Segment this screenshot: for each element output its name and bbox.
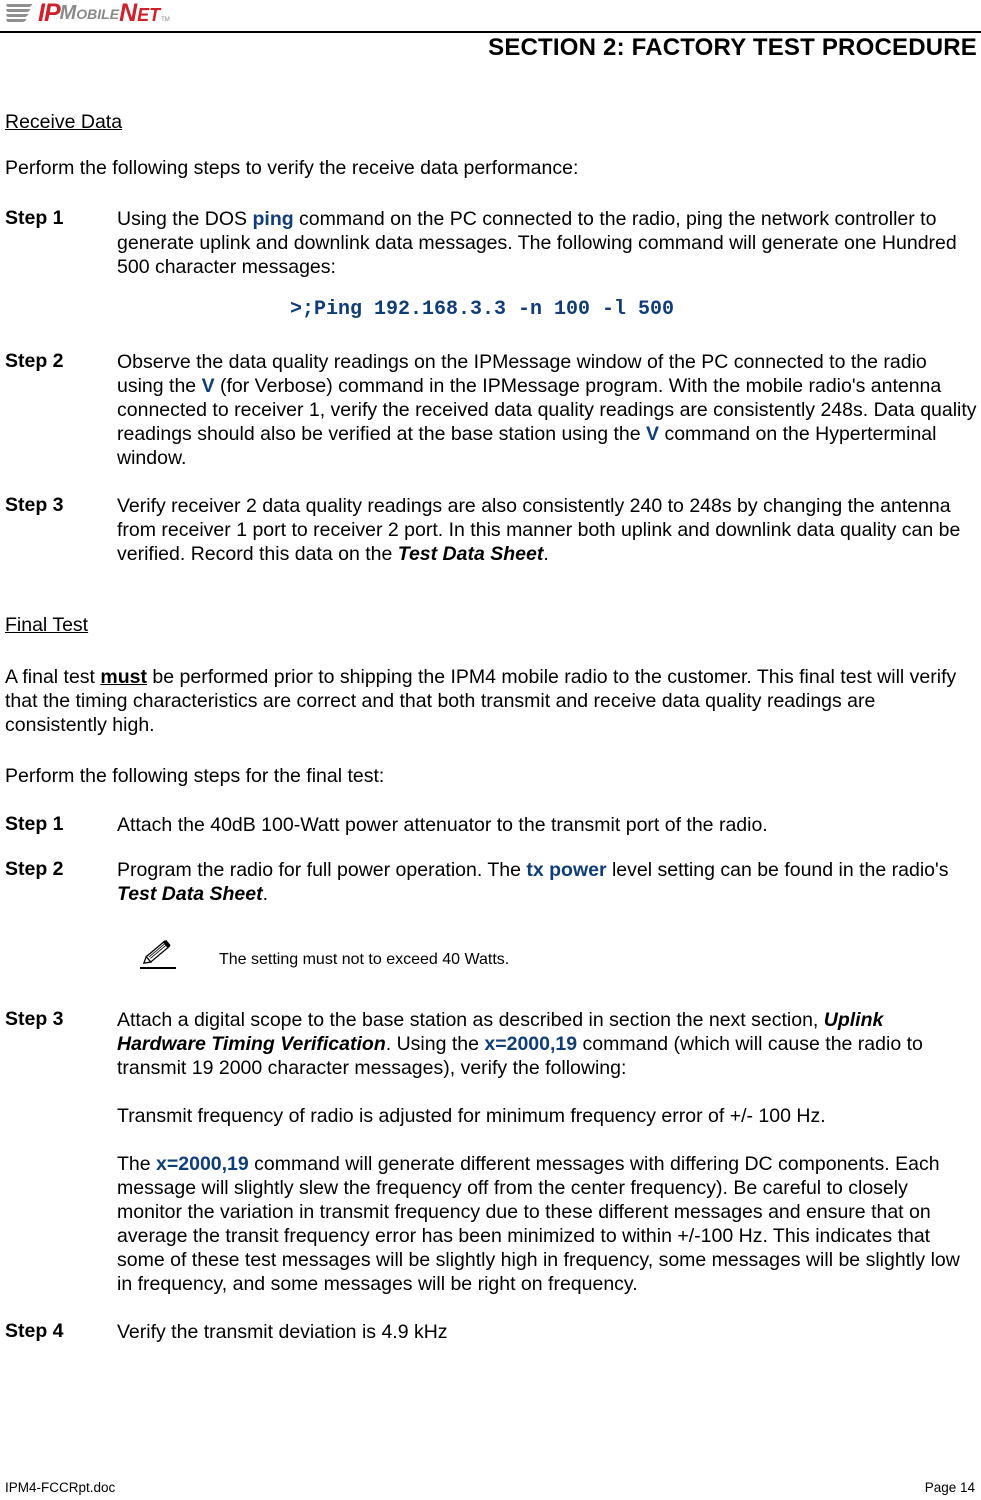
final-test-intro-2: Perform the following steps for the fina… (5, 765, 385, 787)
text: level setting can be found in the radio'… (606, 859, 949, 881)
final-step-4-label: Step 4 (5, 1320, 64, 1342)
final-step-3-text: Attach a digital scope to the base stati… (117, 1008, 977, 1080)
text: Using the DOS (117, 208, 253, 230)
final-step-4-text: Verify the transmit deviation is 4.9 kHz (117, 1321, 448, 1343)
text: Program the radio for full power operati… (117, 859, 527, 881)
final-step-1-text: Attach the 40dB 100-Watt power attenuato… (117, 814, 768, 836)
header-rule (0, 31, 981, 33)
final-test-heading: Final Test (5, 614, 89, 636)
final-step-3-label: Step 3 (5, 1008, 64, 1030)
keyword-x-command: x=2000,19 (156, 1153, 249, 1175)
text: The (117, 1153, 157, 1175)
pencil-note-icon (138, 934, 178, 970)
logo-mark-icon (5, 2, 36, 24)
final-step-1-label: Step 1 (5, 813, 64, 835)
text: . Using the (385, 1033, 485, 1055)
note-text: The setting must not to exceed 40 Watts. (219, 951, 510, 968)
ping-command: >;Ping 192.168.3.3 -n 100 -l 500 (290, 298, 675, 321)
section-title: SECTION 2: FACTORY TEST PROCEDURE (488, 34, 977, 61)
final-step-2-text: Program the radio for full power operati… (117, 858, 977, 906)
keyword-ping: ping (252, 208, 294, 230)
keyword-x-command: x=2000,19 (484, 1033, 578, 1055)
test-data-sheet-ref: Test Data Sheet (117, 883, 263, 905)
test-data-sheet-ref: Test Data Sheet (397, 543, 544, 565)
keyword-v: V (646, 423, 660, 445)
logo-trademark: TM (161, 17, 170, 23)
footer-page-number: Page 14 (924, 1480, 975, 1495)
footer-filename: IPM4-FCCRpt.doc (5, 1480, 116, 1495)
receive-step-2-label: Step 2 (5, 350, 64, 372)
final-step-3-para-1: Transmit frequency of radio is adjusted … (117, 1105, 826, 1127)
text: Attach a digital scope to the base stati… (117, 1009, 824, 1031)
receive-data-intro: Perform the following steps to verify th… (5, 157, 579, 179)
emphasis-must: must (100, 666, 147, 688)
keyword-tx-power: tx power (526, 859, 607, 881)
logo-mobile: Mobile (59, 1, 120, 24)
receive-step-1-text: Using the DOS ping command on the PC con… (117, 207, 977, 279)
text: be performed prior to shipping the IPM4 … (5, 666, 957, 736)
receive-step-3-label: Step 3 (5, 494, 64, 516)
final-step-3-para-2: The x=2000,19 command will generate diff… (117, 1152, 977, 1296)
text: . (543, 543, 549, 565)
receive-data-heading: Receive Data (5, 111, 123, 133)
company-logo: IP Mobile Net TM (5, 0, 170, 27)
final-test-intro: A final test must be performed prior to … (5, 665, 975, 737)
logo-ip: IP (38, 0, 61, 27)
receive-step-3-text: Verify receiver 2 data quality readings … (117, 494, 977, 566)
final-step-2-label: Step 2 (5, 858, 64, 880)
text: . (262, 883, 268, 905)
keyword-v: V (201, 375, 215, 397)
logo-net: Net (119, 0, 161, 27)
receive-step-1-label: Step 1 (5, 207, 64, 229)
text: A final test (5, 666, 101, 688)
receive-step-2-text: Observe the data quality readings on the… (117, 350, 977, 470)
